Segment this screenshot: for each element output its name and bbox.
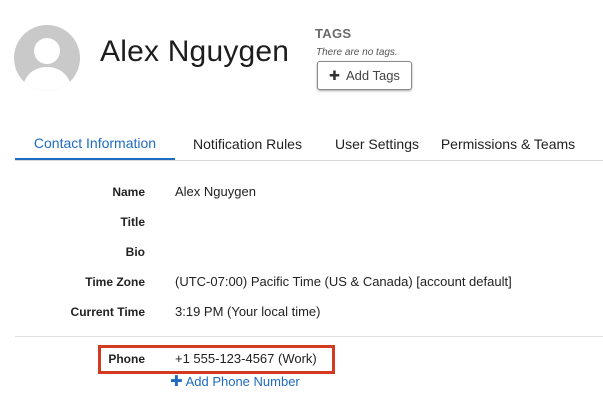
tab-notification-rules[interactable]: Notification Rules <box>175 127 320 160</box>
field-value: 3:19 PM (Your local time) <box>175 304 321 319</box>
field-row-time-zone: Time Zone (UTC-07:00) Pacific Time (US &… <box>0 272 603 292</box>
field-label: Time Zone <box>85 275 145 289</box>
field-label: Title <box>120 215 145 229</box>
add-tags-label: Add Tags <box>345 68 400 83</box>
field-label: Name <box>112 185 145 199</box>
profile-tabs: Contact Information Notification Rules U… <box>15 127 603 161</box>
field-row-current-time: Current Time 3:19 PM (Your local time) <box>0 302 603 322</box>
tab-permissions-teams[interactable]: Permissions & Teams <box>434 127 582 160</box>
avatar <box>14 25 80 91</box>
user-silhouette-icon <box>22 38 72 91</box>
tags-empty-text: There are no tags. <box>316 47 398 58</box>
plus-icon: ✚ <box>170 372 183 390</box>
user-name-heading: Alex Nguygen <box>100 35 290 68</box>
tab-contact-information[interactable]: Contact Information <box>15 127 175 160</box>
field-row-title: Title <box>0 212 603 232</box>
field-value: (UTC-07:00) Pacific Time (US & Canada) [… <box>175 274 512 289</box>
field-value: Alex Nguygen <box>175 184 256 199</box>
tab-user-settings[interactable]: User Settings <box>320 127 434 160</box>
field-row-name: Name Alex Nguygen <box>0 182 603 202</box>
field-row-bio: Bio <box>0 242 603 262</box>
phone-highlight-box <box>98 345 335 374</box>
plus-icon: ✚ <box>329 67 340 83</box>
add-tags-button[interactable]: ✚ Add Tags <box>317 61 412 90</box>
add-phone-number-link[interactable]: ✚ Add Phone Number <box>170 372 300 390</box>
field-label: Bio <box>125 245 145 259</box>
section-divider <box>15 336 603 337</box>
add-phone-label: Add Phone Number <box>185 374 300 389</box>
field-label: Current Time <box>70 305 145 319</box>
tags-title: TAGS <box>315 26 352 41</box>
